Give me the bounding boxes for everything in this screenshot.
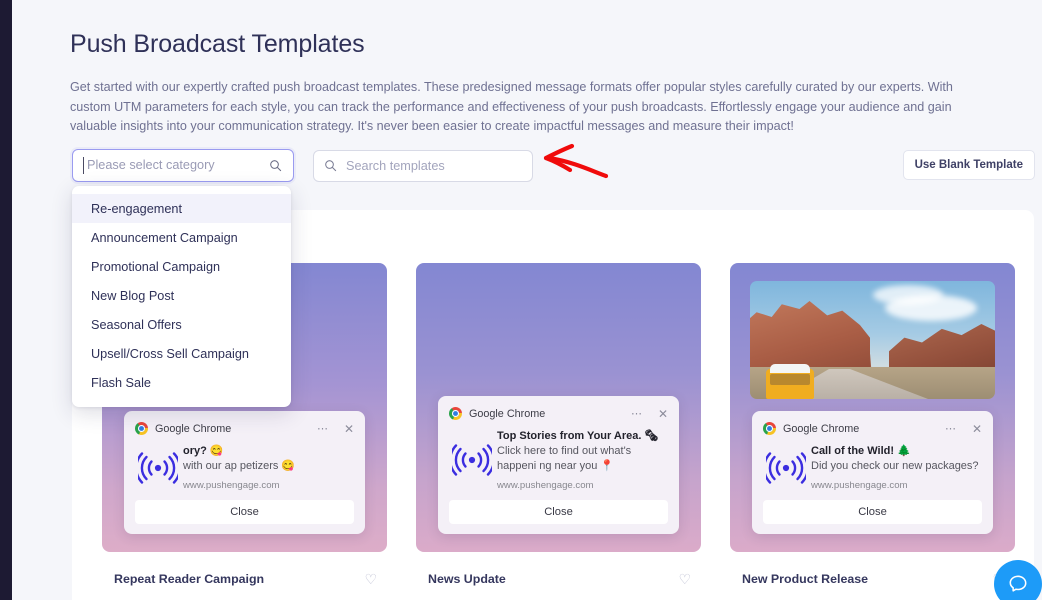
more-options-icon[interactable]: ⋯ [631, 407, 643, 420]
app-root: Push Broadcast Templates Get started wit… [0, 0, 1042, 600]
template-name: New Product Release [742, 572, 869, 586]
notification-title: Top Stories from Your Area. 🗞 [497, 430, 659, 442]
push-wifi-icon [135, 444, 181, 491]
notification-app-name: Google Chrome [469, 407, 546, 420]
notification-header: Google Chrome ⋯ ✕ [449, 405, 668, 422]
notification-body: Call of the Wild! 🌲 Did you check our ne… [763, 444, 982, 491]
template-name: News Update [428, 572, 506, 586]
push-wifi-icon [449, 429, 495, 491]
search-input-placeholder: Search templates [346, 159, 445, 173]
dropdown-option[interactable]: Upsell/Cross Sell Campaign [72, 339, 291, 368]
dropdown-option[interactable]: Announcement Campaign [72, 223, 291, 252]
page-title: Push Broadcast Templates [70, 30, 365, 58]
notification-close-button[interactable]: Close [763, 500, 982, 524]
more-options-icon[interactable]: ⋯ [317, 422, 329, 435]
notification-close-button[interactable]: Close [135, 500, 354, 524]
notification-preview: Google Chrome ⋯ ✕ [438, 396, 679, 534]
notification-app-name: Google Chrome [783, 422, 860, 435]
close-icon[interactable]: ✕ [658, 408, 668, 420]
notification-title: ory? 😋 [183, 445, 224, 457]
dropdown-option[interactable]: Flash Sale [72, 368, 291, 397]
template-card-footer: Repeat Reader Campaign ♡ [102, 558, 387, 600]
more-options-icon[interactable]: ⋯ [945, 422, 957, 435]
search-icon [269, 159, 282, 177]
notification-message: Click here to find out what's happeni ng… [497, 445, 632, 472]
notification-preview: Google Chrome ⋯ ✕ [124, 411, 365, 534]
notification-text: Call of the Wild! 🌲 Did you check our ne… [809, 444, 982, 491]
template-hero-image [750, 281, 995, 399]
notification-preview: Google Chrome ⋯ ✕ [752, 411, 993, 534]
search-input[interactable]: Search templates [313, 150, 533, 182]
cloud-shape [885, 295, 977, 321]
notification-close-button[interactable]: Close [449, 500, 668, 524]
text-caret [83, 157, 84, 174]
notification-text: Top Stories from Your Area. 🗞 Click here… [495, 429, 668, 491]
template-card-footer: New Product Release ♡ [730, 558, 1015, 600]
close-icon[interactable]: ✕ [972, 423, 982, 435]
template-name: Repeat Reader Campaign [114, 572, 265, 586]
notification-message: with our ap petizers 😋 [183, 460, 296, 472]
page-description: Get started with our expertly crafted pu… [70, 80, 953, 133]
template-card-footer: News Update ♡ [416, 558, 701, 600]
notification-url: www.pushengage.com [811, 480, 908, 491]
close-icon[interactable]: ✕ [344, 423, 354, 435]
template-card[interactable]: Google Chrome ⋯ ✕ [730, 263, 1015, 600]
notification-message: Did you check our new packages? [811, 460, 979, 472]
dropdown-option[interactable]: Promotional Campaign [72, 252, 291, 281]
left-nav-rail [0, 0, 12, 600]
category-select[interactable]: Please select category [72, 149, 294, 182]
dropdown-option[interactable]: Seasonal Offers [72, 310, 291, 339]
notification-body: Top Stories from Your Area. 🗞 Click here… [449, 429, 668, 491]
category-select-placeholder: Please select category [87, 158, 215, 172]
notification-body: ory? 😋 with our ap petizers 😋 www.pushen… [135, 444, 354, 491]
dropdown-option[interactable]: Re-engagement [72, 194, 291, 223]
chrome-logo-icon [135, 422, 148, 435]
notification-text: ory? 😋 with our ap petizers 😋 www.pushen… [181, 444, 354, 491]
category-dropdown-menu[interactable]: Re-engagement Announcement Campaign Prom… [72, 186, 291, 407]
chrome-logo-icon [449, 407, 462, 420]
search-icon [324, 159, 337, 177]
van-window [770, 374, 810, 385]
dropdown-option[interactable]: New Blog Post [72, 281, 291, 310]
template-card[interactable]: Google Chrome ⋯ ✕ [416, 263, 701, 600]
notification-title: Call of the Wild! 🌲 [811, 445, 911, 457]
chat-bubble-icon[interactable] [994, 560, 1042, 600]
notification-app-name: Google Chrome [155, 422, 232, 435]
use-blank-template-button[interactable]: Use Blank Template [902, 150, 1035, 180]
heart-outline-icon[interactable]: ♡ [678, 571, 691, 588]
chrome-logo-icon [763, 422, 776, 435]
push-wifi-icon [763, 444, 809, 491]
annotation-arrow-icon [534, 140, 610, 187]
van-roof [770, 364, 810, 373]
heart-outline-icon[interactable]: ♡ [364, 571, 377, 588]
notification-url: www.pushengage.com [497, 480, 594, 491]
notification-url: www.pushengage.com [183, 480, 280, 491]
notification-header: Google Chrome ⋯ ✕ [763, 420, 982, 437]
template-preview: Google Chrome ⋯ ✕ [416, 263, 701, 552]
template-preview: Google Chrome ⋯ ✕ [730, 263, 1015, 552]
notification-header: Google Chrome ⋯ ✕ [135, 420, 354, 437]
